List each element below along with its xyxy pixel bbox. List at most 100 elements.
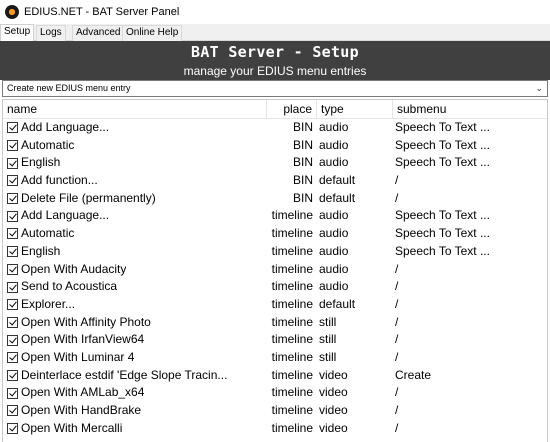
row-place: timeline [271,296,313,311]
table-row[interactable]: Open With AMLab_x64 timeline video / [3,384,547,402]
row-type: video [319,385,348,400]
row-type: audio [319,120,349,134]
checkbox[interactable] [7,140,18,152]
row-place: BIN [292,155,313,170]
row-submenu: / [395,296,399,311]
row-name: Send to Acoustica [21,279,118,294]
row-type: audio [319,243,349,258]
checkbox[interactable] [7,175,18,187]
row-name: Automatic [21,137,75,152]
table-row[interactable]: Explorer... timeline default / [3,296,547,314]
checkbox[interactable] [7,423,18,435]
column-header-name[interactable]: name [3,100,267,119]
row-submenu: / [395,385,399,400]
menu-entries-list[interactable]: name place type submenu Add Language... B… [2,99,548,442]
row-name: Open With IrfanView64 [21,332,145,347]
checkbox[interactable] [7,193,18,205]
row-name-cell: Add function... [7,172,267,190]
row-name: Open With Luminar 4 [21,349,135,364]
checkbox[interactable] [7,228,18,240]
row-submenu: Speech To Text ... [395,137,490,152]
menu-entry-dropdown[interactable]: Create new EDIUS menu entry ⌄ [2,80,548,97]
row-submenu: Speech To Text ... [395,243,490,258]
tab-logs[interactable]: Logs [36,25,66,41]
column-header-place[interactable]: place [267,100,317,119]
row-place: timeline [271,420,313,435]
row-type: still [319,314,337,329]
checkbox[interactable] [7,157,18,169]
page-subtitle: manage your EDIUS menu entries [183,64,367,78]
table-row[interactable]: Open With HandBrake timeline video / [3,402,547,420]
row-submenu: / [395,314,399,329]
row-name: Delete File (permanently) [21,190,156,205]
table-row[interactable]: Send to Acoustica timeline audio / [3,278,547,296]
table-row[interactable]: Open With Mercalli timeline video / [3,420,547,438]
row-name-cell: Open With AMLab_x64 [7,384,267,402]
row-submenu: / [395,261,399,276]
checkbox[interactable] [7,316,18,328]
table-row[interactable]: Automatic BIN audio Speech To Text ... [3,137,547,155]
row-place: BIN [292,137,313,152]
row-name: Deinterlace estdif 'Edge Slope Tracin... [21,367,228,382]
table-row[interactable]: English BIN audio Speech To Text ... [3,154,547,172]
row-type: video [319,403,348,417]
checkbox[interactable] [7,122,18,134]
tab-setup[interactable]: Setup [0,24,35,41]
row-type: video [319,367,348,382]
checkbox[interactable] [7,334,18,346]
table-row[interactable]: Automatic timeline audio Speech To Text ... [3,225,547,243]
row-place: timeline [271,403,313,417]
row-submenu: / [395,403,399,417]
row-name-cell: Automatic [7,225,267,243]
row-name: Open With HandBrake [21,403,142,417]
row-name-cell: Open With IrfanView64 [7,331,267,349]
app-logo-icon [5,5,19,19]
row-type: audio [319,226,349,241]
row-type: audio [319,279,349,294]
table-row[interactable]: Open With IrfanView64 timeline still / [3,331,547,349]
checkbox[interactable] [7,281,18,293]
table-row[interactable]: English timeline audio Speech To Text ... [3,243,547,261]
chevron-down-icon: ⌄ [535,83,543,93]
checkbox[interactable] [7,263,18,275]
row-type: still [319,332,337,347]
table-row[interactable]: Open With Luminar 4 timeline still / [3,349,547,367]
checkbox[interactable] [7,352,18,364]
table-row[interactable]: Add function... BIN default / [3,172,547,190]
table-row[interactable]: Add Language... timeline audio Speech To Te… [3,207,547,225]
table-row[interactable]: Open With Affinity Photo timeline still / [3,314,547,332]
row-name: Add Language... [21,208,110,223]
row-place: timeline [271,367,313,382]
list-header: name place type submenu [3,100,547,119]
checkbox[interactable] [7,405,18,417]
row-name-cell: Open With Audacity [7,261,267,279]
row-place: BIN [292,190,313,205]
tab-online-help[interactable]: Online Help [122,25,183,41]
row-place: timeline [271,349,313,364]
checkbox[interactable] [7,387,18,399]
setup-header: BAT Server - Setup manage your EDIUS men… [0,41,550,80]
column-header-submenu[interactable]: submenu [393,100,547,119]
row-type: default [319,190,356,205]
table-row[interactable]: Add Language... BIN audio Speech To Text ..… [3,119,547,137]
row-name-cell: English [7,243,267,261]
table-row[interactable]: Open With Audacity timeline audio / [3,261,547,279]
checkbox[interactable] [7,299,18,311]
row-submenu: / [395,349,399,364]
row-submenu: / [395,190,399,205]
row-name: Open With Mercalli [21,420,123,435]
row-type: audio [319,261,349,276]
table-row[interactable]: Delete File (permanently) BIN default / [3,190,547,208]
column-header-type[interactable]: type [317,100,393,119]
row-type: still [319,349,337,364]
tab-advanced[interactable]: Advanced [72,25,125,41]
checkbox[interactable] [7,246,18,258]
row-name: Explorer... [21,296,76,311]
checkbox[interactable] [7,369,18,381]
window-title: EDIUS.NET - BAT Server Panel [24,6,180,18]
row-place: timeline [271,226,313,241]
title-bar: EDIUS.NET - BAT Server Panel [0,0,550,24]
checkbox[interactable] [7,210,18,222]
table-row[interactable]: Deinterlace estdif 'Edge Slope Tracin...… [3,367,547,385]
list-rows: Add Language... BIN audio Speech To Text ..… [3,119,547,437]
